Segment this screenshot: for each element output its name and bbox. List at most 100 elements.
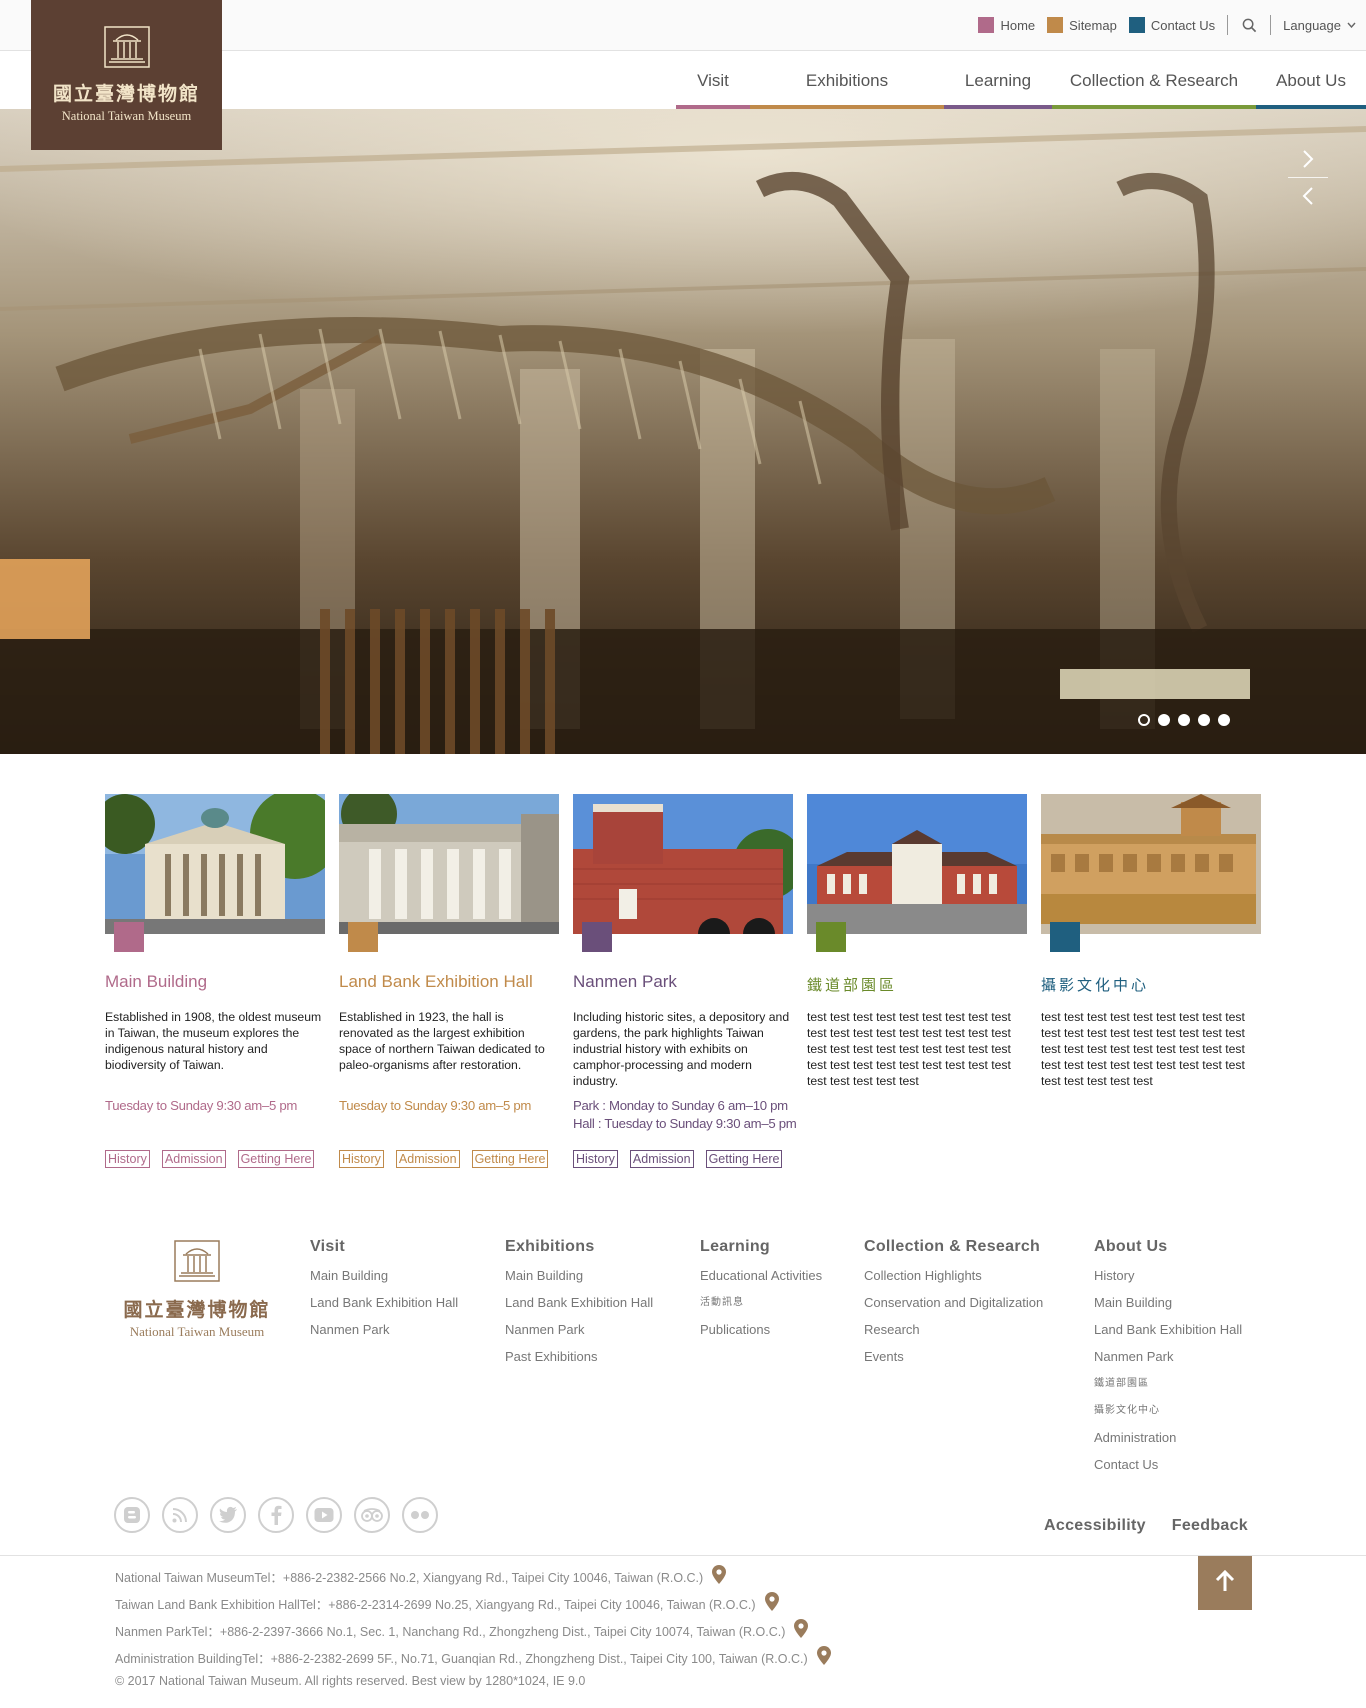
hero-dot[interactable] bbox=[1138, 714, 1150, 726]
map-pin-icon[interactable] bbox=[794, 1619, 809, 1641]
admission-button[interactable]: Admission bbox=[395, 1150, 460, 1168]
footer-column-title[interactable]: Exhibitions bbox=[505, 1238, 653, 1256]
footer-column-title[interactable]: Collection & Research bbox=[864, 1238, 1043, 1256]
venue-title[interactable]: Land Bank Exhibition Hall bbox=[339, 972, 533, 992]
venue-title[interactable]: Main Building bbox=[105, 972, 207, 992]
venue-photo[interactable] bbox=[573, 794, 793, 934]
footer-link[interactable]: Land Bank Exhibition Hall bbox=[1094, 1316, 1242, 1343]
venue-photo[interactable] bbox=[339, 794, 559, 934]
footer-link[interactable]: Contact Us bbox=[1094, 1451, 1242, 1478]
youtube-icon[interactable] bbox=[306, 1497, 342, 1533]
nav-item-visit[interactable]: Visit bbox=[676, 52, 750, 109]
getting-here-button[interactable]: Getting Here bbox=[237, 1150, 315, 1168]
accessibility-link[interactable]: Accessibility bbox=[1044, 1517, 1146, 1535]
footer-logo[interactable]: 國立臺灣博物館 National Taiwan Museum bbox=[112, 1240, 282, 1340]
footer-link[interactable]: History bbox=[1094, 1262, 1242, 1289]
venue-hours-line: Park : Monday to Sunday 6 am–10 pm bbox=[573, 1098, 788, 1113]
footer-link[interactable]: Main Building bbox=[1094, 1289, 1242, 1316]
footer-link[interactable]: 攝影文化中心 bbox=[1094, 1397, 1242, 1424]
site-logo[interactable]: 國立臺灣博物館 National Taiwan Museum bbox=[31, 0, 222, 150]
admission-button[interactable]: Admission bbox=[629, 1150, 694, 1168]
venue-cards: Main Building Established in 1908, the o… bbox=[105, 794, 1265, 1174]
nav-item-collection-research[interactable]: Collection & Research bbox=[1052, 52, 1256, 109]
footer-link[interactable]: 活動訊息 bbox=[700, 1289, 822, 1316]
blogger-icon[interactable] bbox=[114, 1497, 150, 1533]
venue-photo[interactable] bbox=[1041, 794, 1261, 934]
footer-column-title[interactable]: About Us bbox=[1094, 1238, 1242, 1256]
footer-link[interactable]: Nanmen Park bbox=[505, 1316, 653, 1343]
footer-link[interactable]: Main Building bbox=[310, 1262, 458, 1289]
venue-photo[interactable] bbox=[105, 794, 325, 934]
footer-link[interactable]: Research bbox=[864, 1316, 1043, 1343]
footer-link[interactable]: Nanmen Park bbox=[1094, 1343, 1242, 1370]
flickr-icon[interactable] bbox=[402, 1497, 438, 1533]
footer-link[interactable]: 鐵道部園區 bbox=[1094, 1370, 1242, 1397]
venue-title[interactable]: Nanmen Park bbox=[573, 972, 677, 992]
footer-link[interactable]: Administration bbox=[1094, 1424, 1242, 1451]
getting-here-button[interactable]: Getting Here bbox=[705, 1150, 783, 1168]
arrow-up-icon bbox=[1215, 1569, 1235, 1597]
hero-dot[interactable] bbox=[1178, 714, 1190, 726]
venue-card-railway: 鐵道部園區 test test test test test test test… bbox=[807, 794, 1027, 1088]
getting-here-button[interactable]: Getting Here bbox=[471, 1150, 549, 1168]
nav-item-about-us[interactable]: About Us bbox=[1256, 52, 1366, 109]
history-button[interactable]: History bbox=[105, 1150, 150, 1168]
nav-item-label: Collection & Research bbox=[1069, 70, 1239, 90]
language-dropdown[interactable]: Language bbox=[1283, 18, 1356, 33]
admission-button[interactable]: Admission bbox=[161, 1150, 226, 1168]
footer-link[interactable]: Nanmen Park bbox=[310, 1316, 458, 1343]
map-pin-icon[interactable] bbox=[712, 1565, 727, 1587]
sitemap-color-square-icon bbox=[1047, 17, 1064, 33]
back-to-top-button[interactable] bbox=[1198, 1556, 1252, 1610]
footer-column-title[interactable]: Visit bbox=[310, 1238, 458, 1256]
hero-next-button[interactable] bbox=[1288, 141, 1328, 177]
footer-link[interactable]: Collection Highlights bbox=[864, 1262, 1043, 1289]
utility-link-contact[interactable]: Contact Us bbox=[1128, 17, 1216, 33]
footer-link[interactable]: Educational Activities bbox=[700, 1262, 822, 1289]
footer-column-exhibitions: Exhibitions Main Building Land Bank Exhi… bbox=[505, 1238, 653, 1370]
nav-item-label: Exhibitions bbox=[805, 70, 889, 90]
venue-description: Established in 1923, the hall is renovat… bbox=[339, 1010, 545, 1072]
footer-link[interactable]: Publications bbox=[700, 1316, 822, 1343]
venue-title[interactable]: 鐵道部園區 bbox=[807, 974, 897, 995]
copyright-text: © 2017 National Taiwan Museum. All right… bbox=[115, 1674, 586, 1688]
hero-dot[interactable] bbox=[1158, 714, 1170, 726]
footer-column-title[interactable]: Learning bbox=[700, 1238, 822, 1256]
chevron-left-icon bbox=[1302, 186, 1314, 206]
utility-link-sitemap[interactable]: Sitemap bbox=[1047, 17, 1117, 33]
footer-link[interactable]: Land Bank Exhibition Hall bbox=[310, 1289, 458, 1316]
footer-link[interactable]: Past Exhibitions bbox=[505, 1343, 653, 1370]
venue-color-square-icon bbox=[114, 922, 144, 952]
tripadvisor-icon[interactable] bbox=[354, 1497, 390, 1533]
utility-link-home[interactable]: Home bbox=[978, 17, 1035, 33]
footer-link[interactable]: Main Building bbox=[505, 1262, 653, 1289]
map-pin-icon[interactable] bbox=[764, 1592, 779, 1614]
hero-arrows bbox=[1288, 141, 1328, 214]
hero-dot[interactable] bbox=[1218, 714, 1230, 726]
museum-building-icon bbox=[103, 26, 150, 73]
utility-link-label: Contact Us bbox=[1150, 17, 1216, 33]
rss-icon[interactable] bbox=[162, 1497, 198, 1533]
feedback-link[interactable]: Feedback bbox=[1172, 1517, 1248, 1535]
nav-item-exhibitions[interactable]: Exhibitions bbox=[750, 52, 944, 109]
map-pin-icon[interactable] bbox=[816, 1646, 831, 1668]
facebook-icon[interactable] bbox=[258, 1497, 294, 1533]
hero-pagination bbox=[1138, 714, 1238, 726]
address-text: Administration BuildingTel：+886-2-2382-2… bbox=[115, 1651, 808, 1666]
hero-prev-button[interactable] bbox=[1288, 178, 1328, 214]
footer-column-about-us: About Us History Main Building Land Bank… bbox=[1094, 1238, 1242, 1478]
footer-link[interactable]: Land Bank Exhibition Hall bbox=[505, 1289, 653, 1316]
hero-dot[interactable] bbox=[1198, 714, 1210, 726]
venue-buttons: History Admission Getting Here bbox=[105, 1150, 326, 1168]
twitter-icon[interactable] bbox=[210, 1497, 246, 1533]
footer-link[interactable]: Conservation and Digitalization bbox=[864, 1289, 1043, 1316]
history-button[interactable]: History bbox=[573, 1150, 618, 1168]
logo-chinese-name: 國立臺灣博物館 bbox=[52, 83, 200, 105]
nav-item-learning[interactable]: Learning bbox=[944, 52, 1052, 109]
venue-color-square-icon bbox=[582, 922, 612, 952]
venue-photo[interactable] bbox=[807, 794, 1027, 934]
footer-link[interactable]: Events bbox=[864, 1343, 1043, 1370]
venue-title[interactable]: 攝影文化中心 bbox=[1041, 974, 1149, 995]
history-button[interactable]: History bbox=[339, 1150, 384, 1168]
search-icon[interactable] bbox=[1240, 16, 1258, 34]
